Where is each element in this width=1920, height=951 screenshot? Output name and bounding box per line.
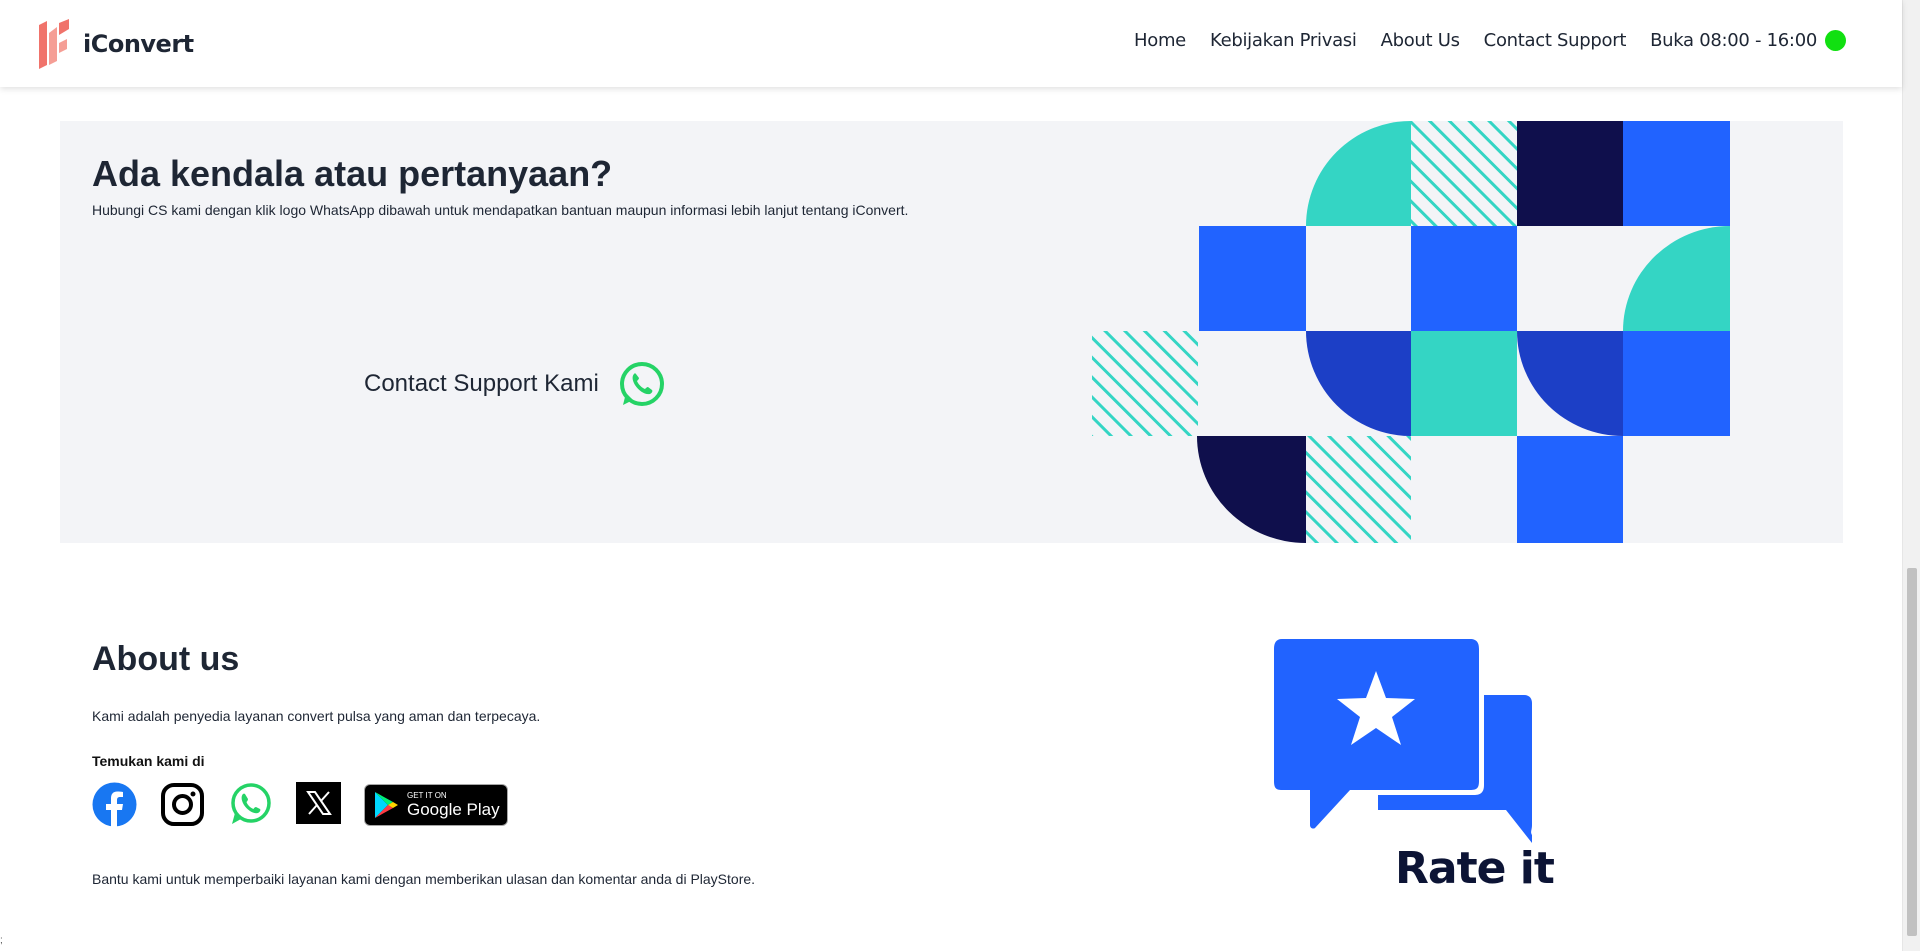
contact-subtitle: Hubungi CS kami dengan klik logo WhatsAp… (92, 202, 909, 218)
google-play-badge[interactable]: GET IT ON Google Play (364, 783, 508, 826)
about-title: About us (92, 640, 240, 678)
find-us-label: Temukan kami di (92, 753, 205, 769)
google-play-icon (375, 791, 398, 818)
facebook-icon[interactable] (92, 782, 137, 827)
decorative-mosaic (1092, 121, 1730, 543)
gplay-small-text: GET IT ON (407, 790, 447, 800)
social-links: GET IT ON Google Play (92, 782, 508, 827)
instagram-icon[interactable] (160, 782, 205, 827)
about-description: Kami adalah penyedia layanan convert pul… (92, 708, 541, 724)
opening-hours: Buka 08:00 - 16:00 (1650, 30, 1817, 51)
contact-support-label: Contact Support Kami (364, 370, 599, 397)
x-icon[interactable] (296, 782, 341, 827)
iconvert-logo-icon (39, 19, 69, 69)
page-scrollbar[interactable] (1902, 0, 1920, 951)
contact-panel: Ada kendala atau pertanyaan? Hubungi CS … (60, 121, 1843, 543)
scrollbar-thumb[interactable] (1907, 568, 1917, 936)
whatsapp-icon (619, 362, 664, 406)
site-header: iConvert Home Kebijakan Privasi About Us… (0, 0, 1902, 87)
nav-contact-support[interactable]: Contact Support (1484, 30, 1627, 51)
nav-privacy-policy[interactable]: Kebijakan Privasi (1210, 30, 1357, 51)
contact-support-button[interactable]: Contact Support Kami (364, 359, 667, 409)
open-status-dot (1825, 30, 1846, 51)
rate-it-label: Rate it (1395, 843, 1555, 894)
nav-home[interactable]: Home (1134, 30, 1186, 51)
brand-name: iConvert (83, 30, 194, 58)
nav-about-us[interactable]: About Us (1381, 30, 1460, 51)
whatsapp-icon[interactable] (228, 782, 273, 827)
contact-title: Ada kendala atau pertanyaan? (92, 153, 613, 194)
main-nav: Home Kebijakan Privasi About Us Contact … (1110, 30, 1846, 51)
brand-logo[interactable]: iConvert (37, 19, 194, 69)
review-request-text: Bantu kami untuk memperbaiki layanan kam… (92, 871, 756, 887)
gplay-big-text: Google Play (407, 799, 500, 819)
corner-mark: ; (0, 935, 3, 946)
